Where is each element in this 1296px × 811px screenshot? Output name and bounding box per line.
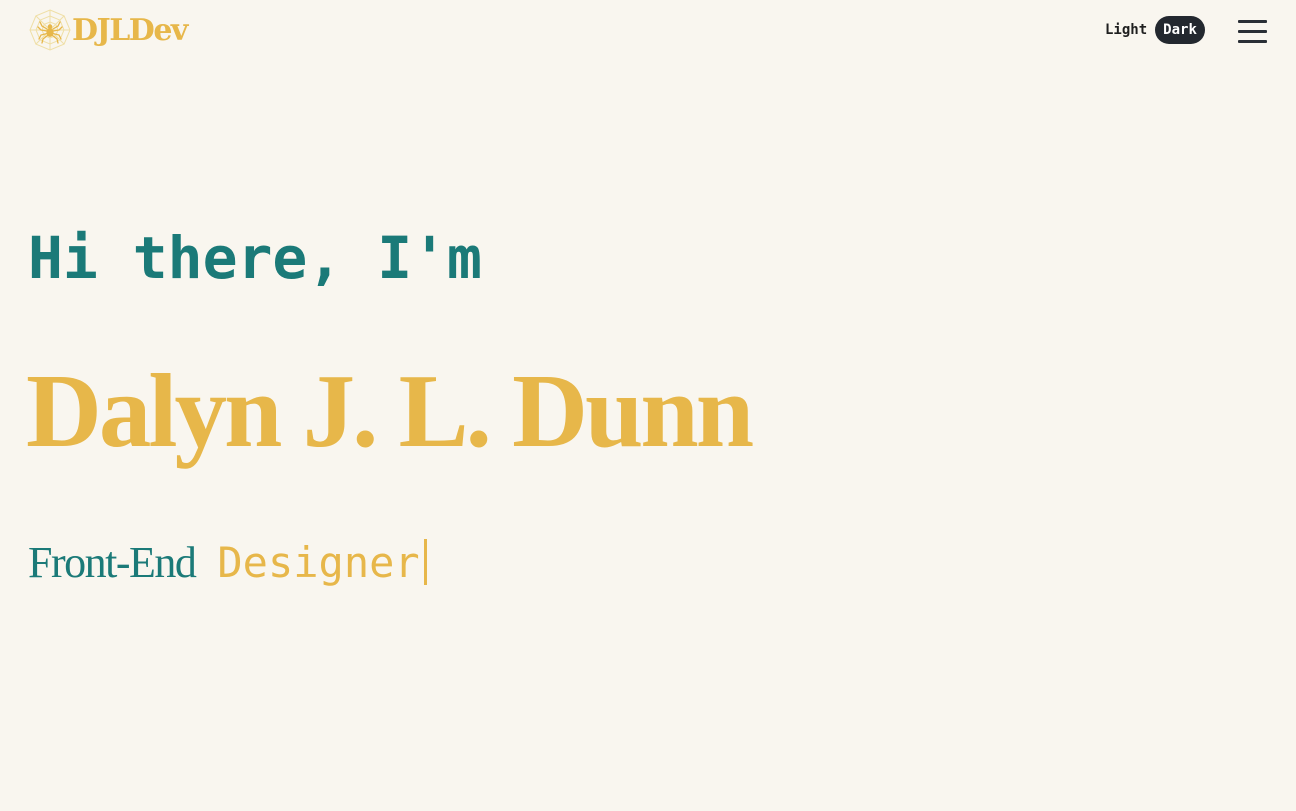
menu-bar-bottom xyxy=(1238,40,1267,43)
role-prefix: Front-End xyxy=(28,538,197,587)
home-logo-link[interactable]: DJLDev xyxy=(28,8,188,52)
site-header: DJLDev Light Dark xyxy=(0,0,1296,62)
hero-role: Front-End Designer xyxy=(28,531,427,588)
menu-bar-top xyxy=(1238,20,1267,23)
spider-web-logo-icon xyxy=(29,9,71,51)
hero-name: Dalyn J. L. Dunn xyxy=(26,352,754,469)
role-typed-word: Designer xyxy=(217,538,420,587)
menu-bar-middle xyxy=(1238,30,1267,33)
hamburger-menu-icon[interactable] xyxy=(1236,17,1268,45)
typing-cursor xyxy=(423,539,427,585)
theme-toggle: Light Dark xyxy=(1097,16,1205,44)
theme-dark-option[interactable]: Dark xyxy=(1155,16,1205,44)
hero-greeting: Hi there, I'm xyxy=(28,224,482,292)
logo-text: DJLDev xyxy=(72,12,188,48)
theme-light-option[interactable]: Light xyxy=(1097,16,1155,44)
